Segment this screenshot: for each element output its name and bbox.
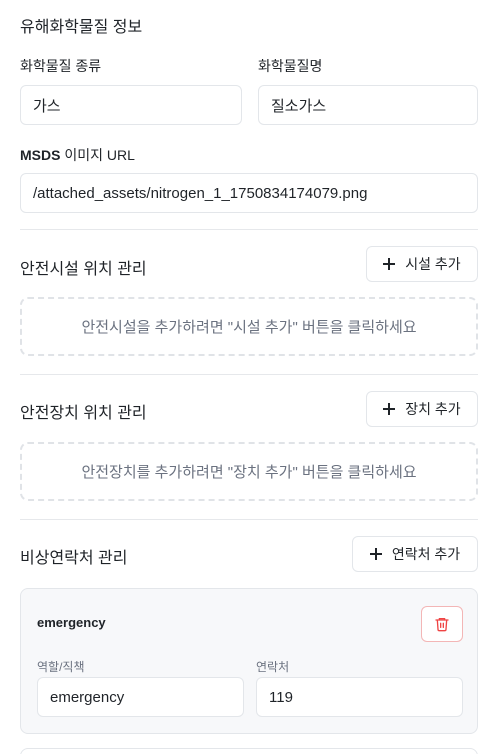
- trash-icon: [435, 618, 449, 632]
- contacts-section-title: 비상연락처 관리: [20, 550, 128, 567]
- add-contact-button[interactable]: 연락처 추가: [352, 536, 478, 572]
- plus-icon: [383, 403, 396, 415]
- msds-label-suffix: 이미지 URL: [60, 147, 135, 163]
- contact-role-input[interactable]: emergency: [37, 677, 244, 717]
- chemical-name-input[interactable]: 질소가스: [258, 85, 478, 125]
- add-device-label: 장치 추가: [405, 401, 461, 417]
- divider: [20, 519, 478, 520]
- add-facility-label: 시설 추가: [405, 256, 461, 272]
- add-device-button[interactable]: 장치 추가: [366, 391, 478, 427]
- chemical-name-label: 화학물질명: [258, 58, 323, 74]
- divider: [20, 374, 478, 375]
- add-contact-label: 연락처 추가: [391, 546, 461, 562]
- contact-name: emergency: [37, 615, 106, 630]
- next-contact-card: [20, 748, 478, 754]
- device-section-title: 안전장치 위치 관리: [20, 405, 147, 422]
- contact-phone-input[interactable]: 119: [256, 677, 463, 717]
- contact-card: emergency 역할/직책 emergency 연락처 119: [20, 588, 478, 734]
- device-empty-state: 안전장치를 추가하려면 "장치 추가" 버튼을 클릭하세요: [20, 442, 478, 501]
- facility-section-title: 안전시설 위치 관리: [20, 261, 147, 278]
- divider: [20, 229, 478, 230]
- chemical-type-label: 화학물질 종류: [20, 58, 102, 74]
- msds-url-input[interactable]: /attached_assets/nitrogen_1_175083417407…: [20, 173, 478, 213]
- msds-label-prefix: MSDS: [20, 147, 61, 163]
- add-facility-button[interactable]: 시설 추가: [366, 246, 478, 282]
- contact-role-label: 역할/직책: [37, 660, 85, 674]
- msds-url-label: MSDS 이미지 URL: [20, 145, 135, 165]
- delete-contact-button[interactable]: [421, 606, 463, 642]
- facility-empty-state: 안전시설을 추가하려면 "시설 추가" 버튼을 클릭하세요: [20, 297, 478, 356]
- plus-icon: [369, 548, 382, 560]
- chemical-type-input[interactable]: 가스: [20, 85, 242, 125]
- hazmat-section-title: 유해화학물질 정보: [20, 19, 143, 36]
- plus-icon: [383, 258, 396, 270]
- contact-phone-label: 연락처: [256, 660, 290, 674]
